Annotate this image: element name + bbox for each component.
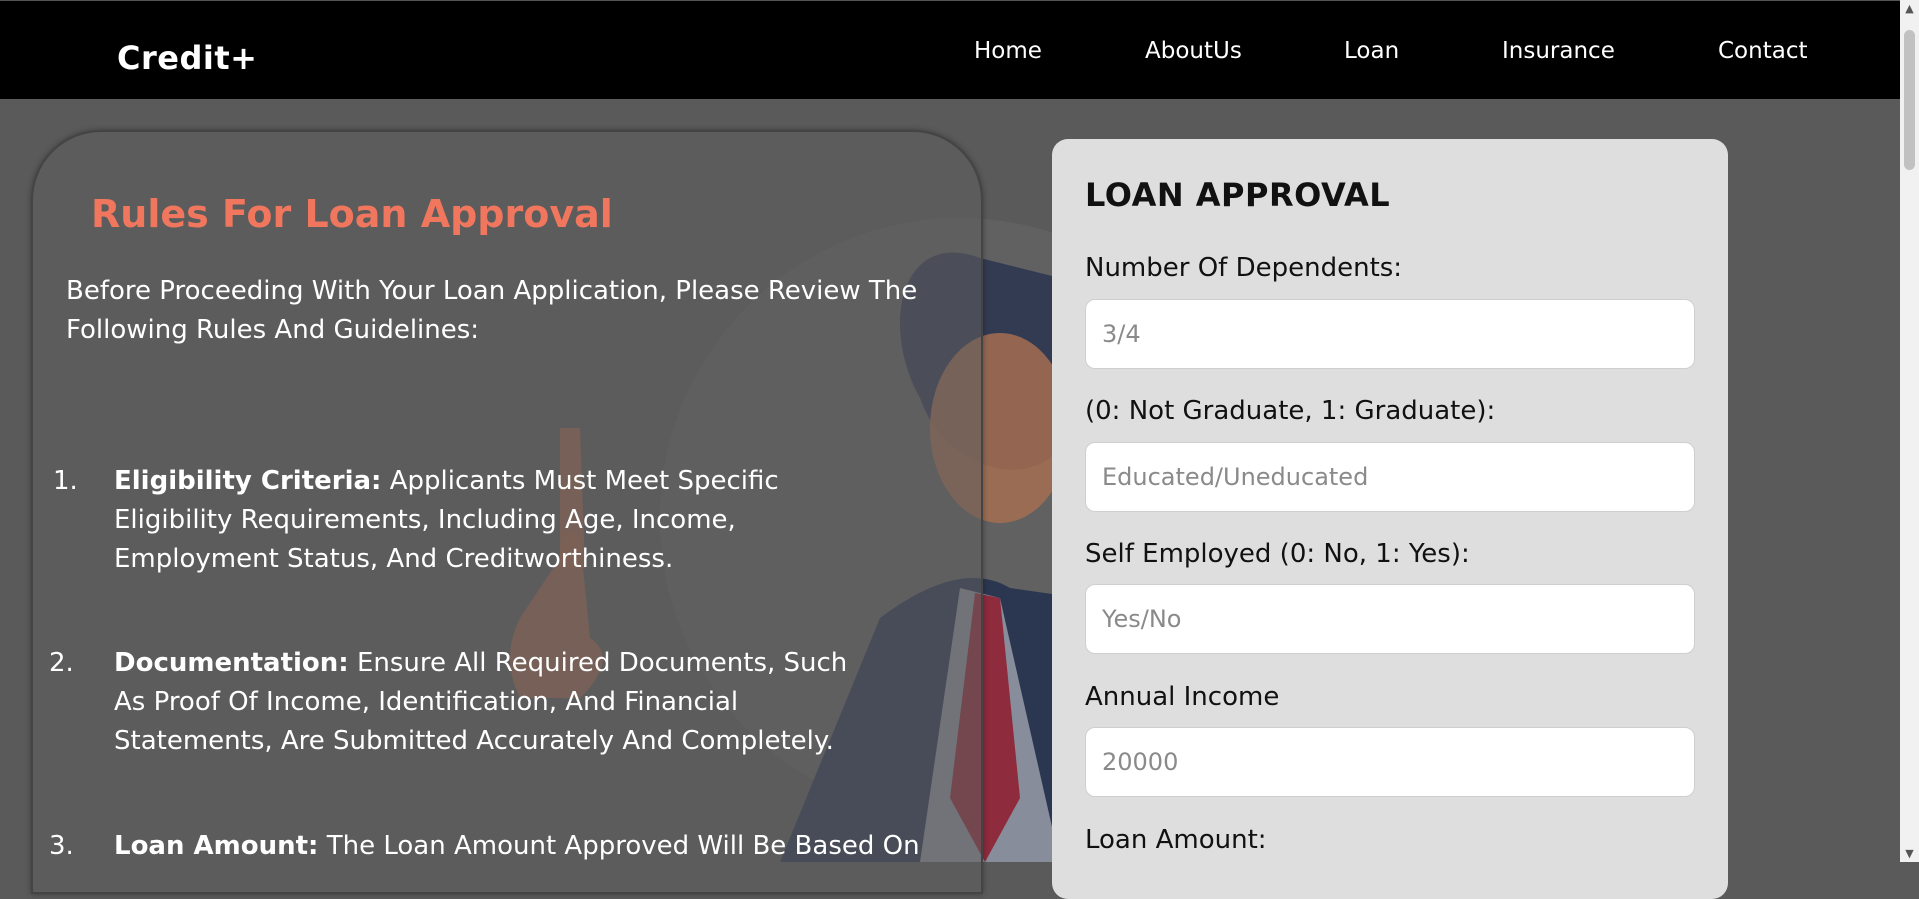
rules-intro: Before Proceeding With Your Loan Applica… [66,276,918,345]
nav-contact[interactable]: Contact [1718,38,1807,64]
loan-amount-label: Loan Amount: [1085,825,1267,855]
top-navbar: Credit+ Home AboutUs Loan Insurance Cont… [0,0,1900,99]
scroll-up-icon[interactable]: ▲ [1900,0,1919,17]
rule-item-loan-amount: 3. Loan Amount: The Loan Amount Approved… [49,827,923,866]
rule-text: The Loan Amount Approved Will Be Based O… [318,831,920,861]
rule-number: 1. [53,466,78,496]
self-employed-input[interactable] [1085,584,1695,654]
loan-approval-form: LOAN APPROVAL Number Of Dependents: (0: … [1052,139,1728,899]
page-scrollbar[interactable]: ▲ ▼ [1900,0,1919,862]
brand-logo[interactable]: Credit+ [117,39,257,77]
rule-term: Documentation: [114,648,349,678]
scroll-down-icon[interactable]: ▼ [1900,845,1919,862]
annual-income-input[interactable] [1085,727,1695,797]
nav-home[interactable]: Home [974,38,1042,64]
rule-term: Eligibility Criteria: [114,466,382,496]
form-title: LOAN APPROVAL [1085,176,1391,214]
nav-loan[interactable]: Loan [1344,38,1399,64]
rule-term: Loan Amount: [114,831,319,861]
education-label: (0: Not Graduate, 1: Graduate): [1085,396,1496,426]
annual-income-label: Annual Income [1085,682,1280,712]
rule-number: 3. [49,831,74,861]
self-employed-label: Self Employed (0: No, 1: Yes): [1085,539,1470,569]
rule-number: 2. [49,648,74,678]
dependents-label: Number Of Dependents: [1085,253,1403,283]
scroll-thumb[interactable] [1904,30,1915,170]
rules-panel: Rules For Loan Approval Before Proceedin… [31,130,983,894]
nav-aboutus[interactable]: AboutUs [1145,38,1242,64]
nav-insurance[interactable]: Insurance [1502,38,1615,64]
rules-title: Rules For Loan Approval [91,192,613,236]
rule-item-eligibility: 1. Eligibility Criteria: Applicants Must… [53,462,923,579]
rule-item-documentation: 2. Documentation: Ensure All Required Do… [49,644,923,761]
dependents-input[interactable] [1085,299,1695,369]
education-input[interactable] [1085,442,1695,512]
